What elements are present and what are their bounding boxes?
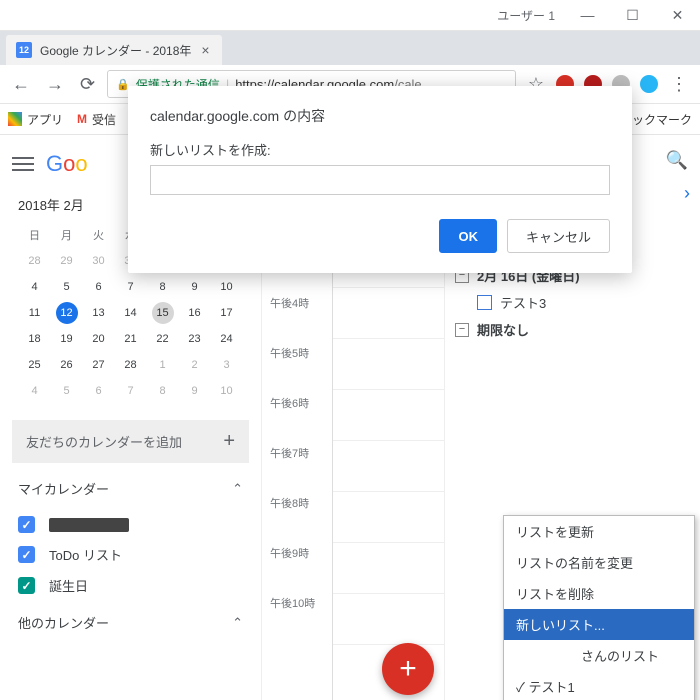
window-close-button[interactable]: ✕ (655, 0, 700, 30)
mini-cal-day[interactable]: 15 (147, 300, 179, 326)
calendar-favicon: 12 (16, 42, 32, 58)
tab-title: Google カレンダー - 2018年 (40, 42, 191, 59)
list-context-menu: リストを更新リストの名前を変更リストを削除新しいリスト... さんのリストテスト… (503, 515, 695, 700)
mini-cal-day[interactable]: 14 (115, 300, 147, 326)
back-button[interactable]: ← (8, 72, 34, 97)
dialog-cancel-button[interactable]: キャンセル (507, 219, 610, 253)
mini-cal-day[interactable]: 19 (51, 326, 83, 352)
tab-close-icon[interactable]: × (199, 42, 211, 58)
task-no-due[interactable]: −期限なし (445, 316, 700, 343)
hour-label: 午後10時 (270, 595, 315, 645)
browser-tab[interactable]: 12 Google カレンダー - 2018年 × (6, 35, 222, 65)
mini-cal-day[interactable]: 28 (19, 248, 51, 274)
hour-label: 午後8時 (270, 495, 315, 545)
mini-cal-day[interactable]: 9 (179, 378, 211, 404)
task-item[interactable]: テスト3 (445, 289, 700, 316)
mini-cal-day[interactable]: 30 (83, 248, 115, 274)
mini-cal-day[interactable]: 1 (147, 352, 179, 378)
context-menu-item[interactable]: リストを更新 (504, 516, 694, 547)
redacted-name (49, 518, 129, 532)
mini-cal-day[interactable]: 4 (19, 274, 51, 300)
mini-cal-day[interactable]: 8 (147, 378, 179, 404)
window-maximize-button[interactable]: ☐ (610, 0, 655, 30)
chevron-up-icon: ⌃ (232, 481, 243, 497)
context-menu-item[interactable]: リストの名前を変更 (504, 547, 694, 578)
context-menu-item[interactable]: 新しいリスト... (504, 609, 694, 640)
calendar-list-item[interactable]: ✓誕生日 (18, 570, 243, 601)
mini-cal-day[interactable]: 4 (19, 378, 51, 404)
mini-cal-day[interactable]: 9 (179, 274, 211, 300)
reload-button[interactable]: ⟳ (76, 72, 99, 97)
mini-cal-day[interactable]: 12 (51, 300, 83, 326)
mini-cal-day[interactable]: 8 (147, 274, 179, 300)
hour-label: 午後9時 (270, 545, 315, 595)
add-friend-calendar[interactable]: 友だちのカレンダーを追加 + (12, 420, 249, 463)
browser-menu-icon[interactable]: ⋮ (666, 72, 692, 97)
mini-cal-day[interactable]: 3 (211, 352, 243, 378)
dialog-ok-button[interactable]: OK (439, 219, 497, 253)
checkbox-icon[interactable]: ✓ (18, 546, 35, 563)
mini-cal-day[interactable]: 22 (147, 326, 179, 352)
mini-cal-day[interactable]: 27 (83, 352, 115, 378)
plus-icon[interactable]: + (223, 430, 235, 453)
mini-cal-day[interactable]: 20 (83, 326, 115, 352)
chevron-up-icon: ⌃ (232, 615, 243, 631)
hour-label: 午後4時 (270, 295, 315, 345)
mini-cal-day[interactable]: 26 (51, 352, 83, 378)
task-checkbox[interactable] (477, 295, 492, 310)
mini-cal-day[interactable]: 23 (179, 326, 211, 352)
ext-icon-4[interactable] (640, 75, 658, 93)
dialog-label: 新しいリストを作成: (150, 140, 610, 159)
dialog-title: calendar.google.com の内容 (150, 106, 610, 126)
context-menu-item[interactable]: さんのリスト (504, 640, 694, 671)
mini-cal-day[interactable]: 10 (211, 378, 243, 404)
mini-cal-day[interactable]: 6 (83, 274, 115, 300)
mini-cal-day[interactable]: 6 (83, 378, 115, 404)
checkbox-icon[interactable]: ✓ (18, 516, 35, 533)
gmail-icon: M (77, 112, 87, 126)
chevron-right-icon[interactable]: › (684, 183, 690, 204)
prompt-dialog: calendar.google.com の内容 新しいリストを作成: OK キャ… (128, 86, 632, 273)
profile-label: ユーザー 1 (497, 7, 555, 24)
tab-strip: 12 Google カレンダー - 2018年 × (0, 31, 700, 65)
hour-label: 午後5時 (270, 345, 315, 395)
other-calendars-section[interactable]: 他のカレンダー⌃ (0, 601, 261, 644)
calendar-list-item[interactable]: ✓ToDo リスト (18, 539, 243, 570)
mini-cal-day[interactable]: 10 (211, 274, 243, 300)
my-calendars-section[interactable]: マイカレンダー⌃ (0, 467, 261, 510)
calendar-list-item[interactable]: ✓ (18, 510, 243, 539)
mini-cal-day[interactable]: 21 (115, 326, 147, 352)
dialog-input[interactable] (150, 165, 610, 195)
search-icon[interactable]: 🔍 (666, 150, 688, 171)
context-menu-item[interactable]: テスト1 (504, 671, 694, 700)
hour-label: 午後6時 (270, 395, 315, 445)
mini-cal-day[interactable]: 17 (211, 300, 243, 326)
hour-label: 午後7時 (270, 445, 315, 495)
mini-cal-day[interactable]: 7 (115, 378, 147, 404)
mini-cal-day[interactable]: 24 (211, 326, 243, 352)
mini-cal-day[interactable]: 2 (179, 352, 211, 378)
mini-cal-day[interactable]: 25 (19, 352, 51, 378)
mini-cal-day[interactable]: 5 (51, 274, 83, 300)
forward-button[interactable]: → (42, 72, 68, 97)
menu-icon[interactable] (12, 157, 34, 171)
mini-cal-day[interactable]: 7 (115, 274, 147, 300)
checkbox-icon[interactable]: ✓ (18, 577, 35, 594)
apps-bookmark[interactable]: アプリ (8, 111, 63, 128)
mini-cal-day[interactable]: 5 (51, 378, 83, 404)
apps-icon (8, 112, 22, 126)
mini-cal-day[interactable]: 28 (115, 352, 147, 378)
mini-cal-day[interactable]: 16 (179, 300, 211, 326)
collapse-icon[interactable]: − (455, 323, 469, 337)
mail-bookmark[interactable]: M受信 (77, 111, 116, 128)
mini-cal-day[interactable]: 13 (83, 300, 115, 326)
mini-cal-day[interactable]: 29 (51, 248, 83, 274)
window-titlebar: ユーザー 1 — ☐ ✕ (0, 0, 700, 31)
window-minimize-button[interactable]: — (565, 0, 610, 30)
mini-cal-day[interactable]: 11 (19, 300, 51, 326)
mini-cal-day[interactable]: 18 (19, 326, 51, 352)
context-menu-item[interactable]: リストを削除 (504, 578, 694, 609)
create-event-fab[interactable]: + (382, 643, 434, 695)
google-logo: Goo (46, 151, 88, 177)
